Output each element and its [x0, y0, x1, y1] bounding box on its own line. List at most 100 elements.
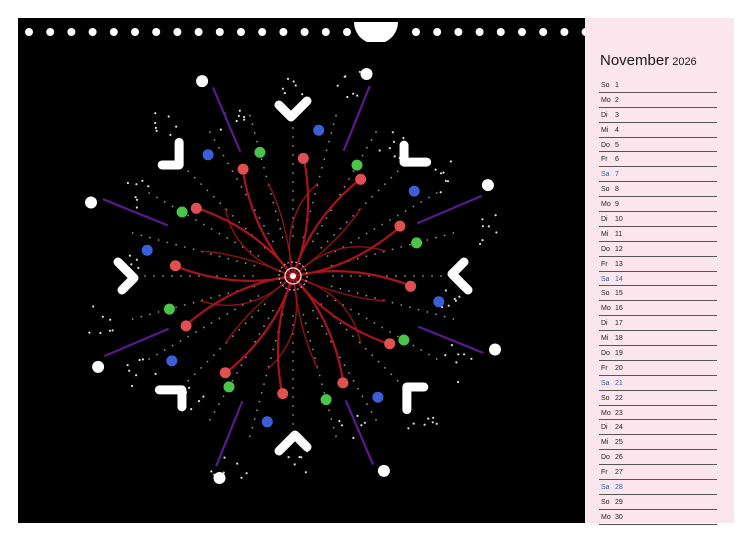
dot: [321, 325, 323, 328]
dot: [364, 347, 367, 350]
day-row: Fr 6: [599, 152, 717, 168]
dot: [187, 379, 190, 382]
dot: [413, 275, 415, 277]
dot: [316, 232, 319, 235]
tendril: [194, 206, 294, 277]
dot: [240, 364, 243, 367]
dot: [321, 166, 323, 169]
green-bead: [163, 303, 175, 315]
binding-hole: [433, 28, 442, 36]
weekday-label: Mi: [601, 439, 609, 447]
sparkle: [128, 369, 131, 372]
sparkle: [154, 126, 157, 129]
sparkle: [237, 114, 240, 117]
sparkle: [137, 266, 140, 269]
sparkle: [245, 472, 248, 475]
dot: [370, 139, 373, 141]
sparkle: [135, 198, 139, 201]
sparkle: [304, 471, 307, 474]
dot: [216, 275, 218, 277]
dot: [328, 140, 330, 143]
sparkle: [431, 421, 434, 424]
dot: [249, 114, 251, 117]
weekday-label: Sa: [601, 275, 610, 283]
weekday-label: So: [601, 290, 610, 298]
white-hook: [447, 257, 473, 295]
purple-ray: [102, 198, 169, 227]
dot: [292, 414, 294, 416]
dot: [193, 176, 196, 179]
dot: [381, 223, 384, 226]
dot: [396, 214, 399, 217]
day-row: Do 12: [599, 242, 717, 257]
sparkle: [88, 331, 91, 334]
tendril: [223, 275, 295, 376]
dot: [426, 311, 429, 313]
red-bead: [405, 280, 417, 292]
hook-stroke: [113, 257, 139, 295]
dot: [377, 360, 380, 363]
dot: [309, 210, 312, 213]
dot: [231, 379, 234, 382]
dot: [325, 333, 328, 335]
day-number: 15: [615, 290, 623, 298]
weekday-label: Sa: [601, 379, 610, 387]
sparkle: [434, 168, 437, 171]
binding-hole: [454, 28, 463, 36]
sparkle: [407, 427, 410, 430]
weekday-label: Di: [601, 320, 608, 328]
dot: [321, 383, 323, 386]
sparkle: [238, 109, 241, 112]
dot: [292, 387, 294, 389]
dot: [417, 308, 420, 311]
day-number: 16: [615, 305, 623, 313]
dot: [314, 193, 316, 195]
day-row: Fr 13: [599, 257, 717, 272]
sparkle: [363, 421, 366, 424]
dot: [452, 318, 455, 320]
dot: [292, 208, 294, 210]
day-number: 12: [615, 245, 623, 253]
dot: [350, 241, 352, 244]
dot: [270, 193, 272, 195]
day-number: 27: [615, 469, 623, 477]
binding-hole: [131, 28, 139, 36]
binding-hole: [475, 28, 484, 36]
binding-hole: [88, 28, 97, 36]
dot: [311, 201, 314, 204]
dot: [251, 316, 253, 318]
dot: [384, 183, 386, 186]
dot: [272, 309, 274, 312]
weekday-label: Mo: [601, 96, 611, 104]
dot: [361, 395, 364, 398]
dot: [192, 248, 195, 251]
dot: [292, 378, 294, 380]
sparkle: [155, 129, 158, 132]
dot: [226, 313, 229, 315]
sparkle: [141, 358, 144, 361]
dot: [339, 322, 342, 325]
dot: [198, 275, 200, 277]
white-dot: [481, 179, 494, 192]
dot: [325, 149, 328, 152]
dot: [206, 189, 209, 192]
green-bead: [176, 206, 188, 218]
day-number: 6: [615, 156, 619, 164]
day-row: So 1: [599, 78, 717, 93]
sparkle: [287, 456, 290, 459]
blue-bead: [202, 149, 214, 161]
dot: [352, 335, 354, 337]
day-number: 4: [615, 126, 619, 134]
sparkle: [435, 422, 438, 425]
dot: [371, 354, 374, 357]
dot: [389, 219, 391, 221]
sparkle: [108, 329, 111, 332]
day-number: 8: [615, 186, 619, 194]
day-number: 3: [615, 111, 619, 119]
dot: [149, 313, 151, 316]
white-dot: [377, 464, 390, 477]
binding-hole: [46, 28, 55, 36]
white-dot: [489, 343, 501, 356]
day-number: 30: [615, 513, 623, 521]
dot: [274, 339, 277, 342]
